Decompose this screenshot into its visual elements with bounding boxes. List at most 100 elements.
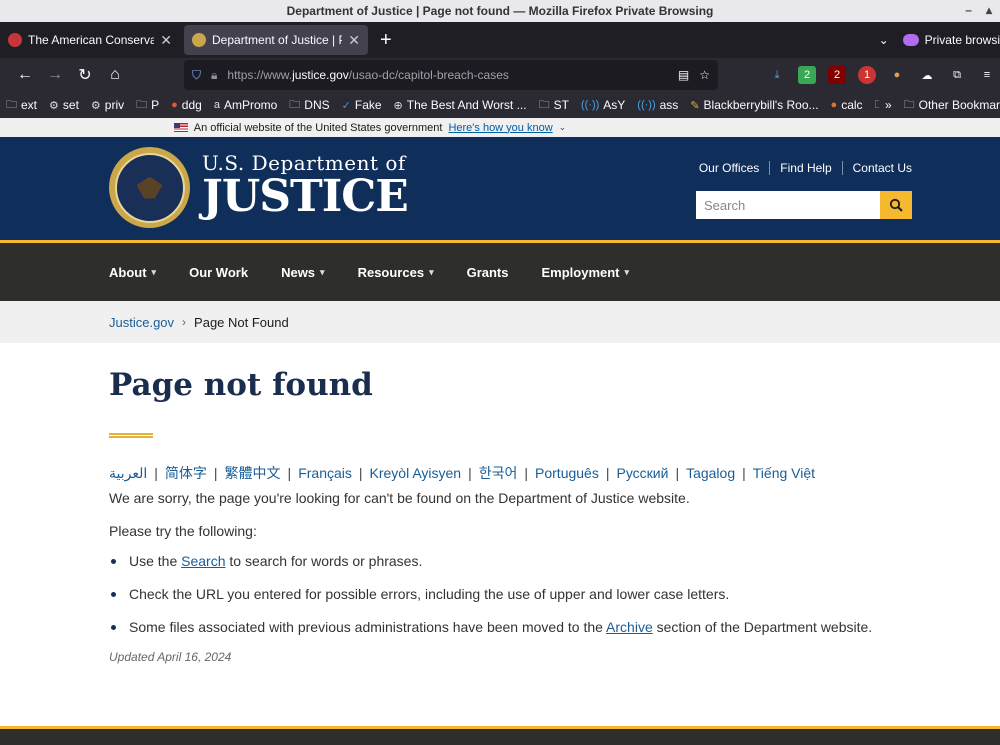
list-item: Some files associated with previous admi…	[109, 619, 1000, 635]
new-tab-button[interactable]: +	[380, 29, 392, 52]
bookmark-item[interactable]: ⚙ priv	[91, 98, 124, 112]
bookmark-star-icon[interactable]: ☆	[699, 68, 710, 82]
bookmark-label: set	[62, 98, 79, 112]
gear-icon: ⚙	[49, 99, 59, 112]
lang-link[interactable]: 한국어	[479, 463, 518, 483]
home-icon[interactable]: ⌂	[100, 61, 130, 89]
bookmark-item[interactable]: ✓ Fake	[342, 98, 382, 112]
window-title: Department of Justice | Page not found —…	[286, 4, 714, 18]
bookmark-item[interactable]: ((·)) AsY	[581, 98, 625, 112]
title-underline	[109, 433, 153, 438]
bookmark-item[interactable]: ((·)) ass	[637, 98, 678, 112]
extensions-area: ⤓ 2 2 1 ● ☁ ⧉ ≡	[768, 66, 1000, 84]
bookmark-item[interactable]: 🗀 DNS	[289, 96, 329, 115]
find-help-link[interactable]: Find Help	[770, 161, 843, 175]
bookmark-item[interactable]: ⚙ set	[49, 98, 79, 112]
close-tab-icon[interactable]: ✕	[160, 32, 172, 49]
bookmarks-toolbar: 🗀 ext ⚙ set ⚙ priv 🗀 P ● ddg a AmPromo 🗀 DNS ✓ F…	[0, 92, 1000, 118]
private-label: Private browsi	[924, 33, 1000, 47]
chevron-down-icon[interactable]: ⌄	[559, 122, 567, 133]
ublock-icon[interactable]: 2	[828, 66, 846, 84]
cookie-icon[interactable]: ●	[888, 66, 906, 84]
gov-banner-text: An official website of the United States…	[193, 121, 443, 134]
url-bar[interactable]: ⛉ 🔒︎ https://www.justice.gov/usao-dc/cap…	[184, 60, 718, 90]
url-text[interactable]: https://www.justice.gov/usao-dc/capitol-…	[227, 68, 667, 82]
bookmark-item[interactable]: ● calc	[831, 98, 863, 112]
extension-red-icon[interactable]: 1	[858, 66, 876, 84]
us-flag-icon	[173, 123, 188, 132]
duckduckgo-icon: ●	[171, 99, 178, 111]
url-path: /usao-dc/capitol-breach-cases	[348, 68, 509, 82]
nav-label: Employment	[541, 264, 620, 280]
tab-justice-active[interactable]: Department of Justice | Page ✕	[184, 25, 368, 55]
extensions-puzzle-icon[interactable]: ⧉	[948, 66, 966, 84]
downloads-icon[interactable]: ⤓	[768, 66, 786, 84]
url-domain: justice.gov	[292, 68, 349, 82]
reload-icon[interactable]: ↻	[70, 61, 100, 89]
menu-icon[interactable]: ≡	[978, 66, 996, 84]
lang-link[interactable]: Tiếng Việt	[753, 465, 815, 481]
search-input[interactable]: Search	[696, 191, 880, 219]
minimize-button[interactable]: –	[965, 3, 972, 17]
nav-news[interactable]: News ▾	[281, 265, 325, 280]
contact-us-link[interactable]: Contact Us	[843, 161, 912, 175]
breadcrumb: Justice.gov › Page Not Found	[0, 301, 1000, 343]
lang-link[interactable]: Русский	[616, 465, 668, 481]
bookmark-label: DNS	[304, 98, 330, 112]
nav-about[interactable]: About ▾	[109, 265, 156, 280]
bookmark-item[interactable]: 🗀 ext	[6, 96, 37, 115]
tab-american-conservative[interactable]: The American Conservative M ✕	[0, 25, 180, 55]
nav-employment[interactable]: Employment ▾	[542, 265, 630, 280]
breadcrumb-current: Page Not Found	[194, 314, 289, 330]
lang-link[interactable]: Português	[535, 465, 599, 481]
bookmark-label: The Best And Worst ...	[406, 98, 527, 112]
search-button[interactable]	[880, 191, 912, 219]
lang-link[interactable]: 简体字	[165, 463, 207, 483]
breadcrumb-home-link[interactable]: Justice.gov	[109, 315, 174, 330]
folder-icon: 🗀	[6, 98, 17, 111]
bookmark-item[interactable]: a AmPromo	[214, 98, 277, 112]
eagle-icon	[136, 176, 163, 199]
shield-icon[interactable]: ⛉	[192, 68, 201, 83]
lock-icon[interactable]: 🔒︎	[211, 68, 217, 83]
bookmark-item[interactable]: 🗀 P	[136, 96, 159, 115]
heres-how-you-know-link[interactable]: Here's how you know	[448, 122, 552, 134]
bookmark-item[interactable]: ✎ Blackberrybill's Roo...	[690, 98, 818, 112]
our-offices-link[interactable]: Our Offices	[689, 161, 771, 175]
site-footer	[0, 726, 1000, 745]
chevron-down-icon: ▾	[151, 266, 157, 277]
maximize-button[interactable]: ▴	[986, 3, 992, 17]
doj-seal-logo[interactable]	[109, 147, 190, 228]
nav-our-work[interactable]: Our Work	[189, 265, 248, 280]
globe-icon: ⊕	[393, 99, 403, 112]
other-bookmarks[interactable]: 🗀 Other Bookmar	[904, 96, 1000, 115]
close-tab-icon[interactable]: ✕	[348, 32, 360, 49]
language-links: العربية | 简体字 | 繁體中文 | Français | Kreyòl Ayi…	[109, 463, 816, 483]
nav-label: Resources	[357, 264, 425, 280]
bookmark-item[interactable]: ⊕ The Best And Worst ...	[394, 98, 527, 112]
archive-link[interactable]: Archive	[606, 619, 653, 635]
bookmark-item[interactable]: 🗀 ST	[539, 96, 569, 115]
back-arrow-icon[interactable]: ←	[10, 61, 40, 89]
bookmark-label: priv	[104, 98, 125, 112]
nav-resources[interactable]: Resources ▾	[358, 265, 434, 280]
lang-link[interactable]: Kreyòl Ayisyen	[370, 465, 462, 481]
nav-grants[interactable]: Grants	[467, 265, 509, 280]
bookmark-item[interactable]: ● ddg	[171, 98, 202, 112]
lang-link[interactable]: العربية	[109, 465, 147, 482]
lang-link[interactable]: 繁體中文	[225, 463, 281, 483]
chevron-down-icon: ▾	[624, 266, 630, 277]
folder-icon: 🗀	[538, 98, 550, 111]
extension-cloud-icon[interactable]: ☁	[918, 66, 936, 84]
more-bookmarks-chevron-icon[interactable]: »	[885, 98, 892, 112]
search-link[interactable]: Search	[181, 553, 225, 569]
url-prefix: https://www.	[227, 68, 293, 82]
lang-link[interactable]: Tagalog	[686, 465, 735, 481]
lang-link[interactable]: Français	[298, 465, 352, 481]
extension-green-icon[interactable]: 2	[798, 66, 816, 84]
list-tabs-chevron-icon[interactable]: ⌄	[879, 33, 889, 47]
forward-arrow-icon[interactable]: →	[40, 61, 70, 89]
brand-line2[interactable]: JUSTICE	[202, 171, 409, 222]
reader-view-icon[interactable]: ▤	[678, 68, 689, 82]
amazon-icon: a	[213, 99, 220, 111]
